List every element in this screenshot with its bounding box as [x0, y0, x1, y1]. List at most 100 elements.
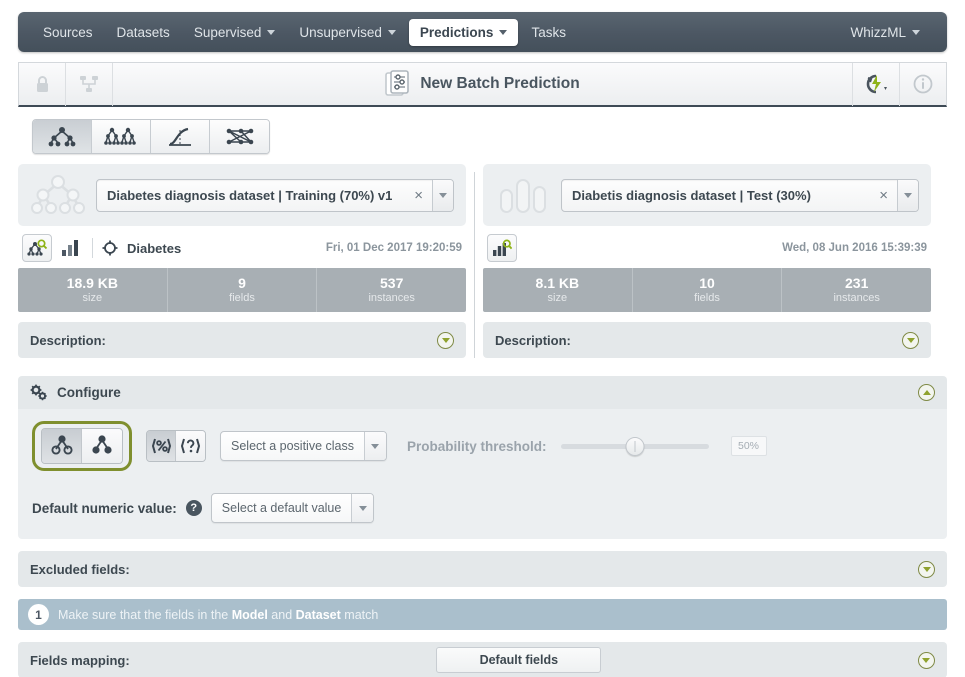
model-select[interactable]: Diabetes diagnosis dataset | Training (7… [96, 178, 454, 212]
dropdown-arrow-button[interactable] [363, 432, 386, 460]
logistic-regression-icon [169, 127, 191, 146]
dataset-panels: Diabetes diagnosis dataset | Training (7… [18, 164, 947, 358]
model-type-logistic-regression[interactable] [151, 120, 210, 153]
configure-title: Configure [57, 385, 121, 400]
fields-match-notice: 1 Make sure that the fields in the Model… [18, 599, 947, 630]
model-type-ensemble[interactable] [92, 120, 151, 153]
configure-row-primary: Select a positive class Probability thre… [32, 421, 933, 471]
fields-mapping-row[interactable]: Fields mapping: Default fields [18, 642, 947, 677]
stat-instances: 537 instances [317, 268, 466, 312]
nav-label-unsupervised: Unsupervised [299, 24, 382, 40]
header-actions [852, 62, 946, 106]
chevron-down-circle-icon[interactable] [917, 651, 935, 669]
nav-label-tasks: Tasks [531, 24, 566, 40]
chevron-down-circle-icon[interactable] [437, 331, 454, 349]
stat-label: size [82, 291, 103, 304]
model-search-button[interactable] [22, 234, 52, 262]
chevron-down-circle-icon[interactable] [902, 331, 919, 349]
dataset-meta-row: Wed, 08 Jun 2016 15:39:39 [483, 226, 931, 268]
info-button[interactable] [899, 62, 946, 106]
dropdown-arrow-button[interactable] [351, 494, 374, 522]
probability-threshold-label: Probability threshold: [406, 438, 547, 454]
clear-icon[interactable]: × [405, 187, 432, 204]
model-meta-row: Diabetes Fri, 01 Dec 2017 19:20:59 [18, 226, 466, 268]
stat-label: size [547, 291, 568, 304]
chevron-down-icon [499, 29, 508, 35]
stat-value: 8.1 KB [535, 274, 580, 291]
dataset-bars-icon [500, 179, 546, 213]
dataset-select[interactable]: Diabetis diagnosis dataset | Test (30%) … [561, 178, 919, 212]
stat-fields: 10 fields [633, 268, 783, 312]
app-page: Sources Datasets Supervised Unsupervised… [0, 0, 965, 677]
output-mode-all-paths[interactable] [42, 429, 82, 463]
divider [92, 238, 93, 258]
panel-divider [474, 172, 475, 358]
positive-class-select[interactable]: Select a positive class [220, 431, 387, 461]
decision-tree-icon [48, 126, 76, 146]
model-type-deepnet[interactable] [210, 120, 269, 153]
model-created-date: Fri, 01 Dec 2017 19:20:59 [325, 242, 462, 254]
chevron-down-circle-icon[interactable] [918, 560, 935, 578]
stat-value: 231 [845, 274, 869, 291]
model-type-decision-tree[interactable] [33, 120, 92, 153]
notice-text-before: Make sure that the fields in the [58, 607, 232, 622]
default-fields-button[interactable]: Default fields [436, 647, 602, 673]
sitemap-icon [80, 76, 98, 92]
stat-size: 8.1 KB size [483, 268, 633, 312]
output-mode-single-path[interactable] [82, 429, 122, 463]
default-numeric-select[interactable]: Select a default value [210, 493, 375, 523]
target-icon [102, 240, 118, 256]
output-mode-highlight [32, 421, 132, 471]
dropdown-arrow-button[interactable] [432, 179, 453, 211]
chevron-down-icon [904, 192, 912, 198]
model-description-row[interactable]: Description: [18, 322, 466, 358]
configure-body: Select a positive class Probability thre… [18, 409, 947, 539]
clear-icon[interactable]: × [870, 187, 897, 204]
nav-item-supervised[interactable]: Supervised [183, 19, 287, 46]
dataset-search-button[interactable] [487, 234, 517, 262]
probability-threshold-slider[interactable] [560, 436, 709, 456]
sitemap-button[interactable] [66, 62, 113, 106]
stat-value: 537 [380, 274, 404, 291]
nav-item-whizzml[interactable]: WhizzML [839, 19, 931, 46]
chevron-up-circle-icon[interactable] [918, 384, 935, 401]
lock-icon [36, 76, 48, 92]
notice-text-after: match [340, 607, 379, 622]
stat-fields: 9 fields [168, 268, 318, 312]
deepnet-icon [226, 128, 253, 144]
dataset-panel: Diabetis diagnosis dataset | Test (30%) … [483, 164, 931, 358]
page-title-group: New Batch Prediction [19, 70, 946, 98]
stat-label: instances [368, 291, 415, 304]
fields-mapping-label: Fields mapping: [30, 652, 130, 668]
include-confidence-button[interactable] [147, 431, 176, 461]
bar-chart-icon [62, 240, 78, 256]
nav-item-unsupervised[interactable]: Unsupervised [288, 19, 407, 46]
model-type-toolbar [18, 107, 947, 164]
configure-row-default-numeric: Default numeric value: ? Select a defaul… [32, 493, 933, 529]
model-panel: Diabetes diagnosis dataset | Training (7… [18, 164, 466, 358]
prediction-paths-single-icon [92, 435, 112, 454]
output-mode-group [41, 428, 123, 464]
notice-bold-dataset: Dataset [295, 607, 341, 622]
nav-item-datasets[interactable]: Datasets [106, 19, 181, 46]
nav-item-sources[interactable]: Sources [32, 19, 104, 46]
slider-handle[interactable] [625, 436, 644, 456]
model-selector-row: Diabetes diagnosis dataset | Training (7… [18, 164, 466, 226]
nav-item-predictions[interactable]: Predictions [408, 18, 519, 46]
ensemble-icon [104, 127, 136, 145]
nav-item-tasks[interactable]: Tasks [520, 19, 577, 46]
include-unknown-button[interactable] [176, 431, 205, 461]
excluded-fields-row[interactable]: Excluded fields: [18, 551, 947, 587]
top-nav: Sources Datasets Supervised Unsupervised… [18, 12, 947, 52]
configure-header[interactable]: Configure [18, 376, 947, 409]
chevron-down-icon [267, 29, 276, 35]
prediction-paths-all-icon [50, 435, 73, 455]
question-circle-icon[interactable]: ? [185, 500, 202, 516]
stat-label: fields [229, 291, 255, 304]
action-menu-button[interactable] [852, 62, 899, 106]
dropdown-arrow-button[interactable] [897, 179, 918, 211]
chevron-down-icon [439, 192, 447, 198]
lightning-cycle-icon [866, 74, 887, 94]
lock-button[interactable] [19, 62, 66, 106]
dataset-description-row[interactable]: Description: [483, 322, 931, 358]
